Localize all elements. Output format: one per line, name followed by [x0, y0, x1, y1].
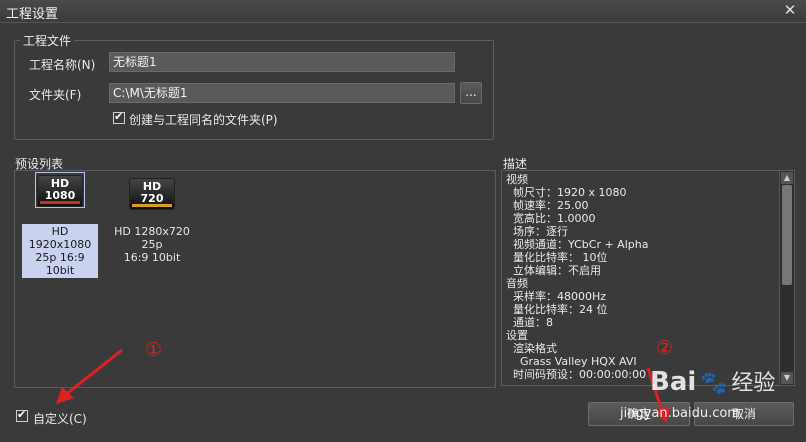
hd1080-badge-icon: HD 1080 [37, 175, 83, 207]
project-name-field[interactable]: 无标题1 [109, 52, 455, 72]
watermark-brand: Bai [650, 367, 697, 397]
close-icon[interactable]: ✕ [780, 1, 800, 19]
create-folder-label: 创建与工程同名的文件夹(P) [129, 113, 278, 127]
description-line: 帧速率：25.00 [506, 199, 589, 212]
watermark-url: jingyan.baidu.com [620, 406, 740, 421]
checkmark-icon: ✔ [17, 408, 27, 421]
description-line: 帧尺寸：1920 x 1080 [506, 186, 627, 199]
preset-item-hd720[interactable]: HD 720 HD 1280x720 25p 16:9 10bit [106, 172, 198, 265]
folder-path-field[interactable]: C:\M\无标题1 [109, 83, 455, 103]
description-line: 量化比特率：24 位 [506, 303, 608, 316]
scroll-up-icon[interactable]: ▲ [781, 172, 793, 184]
description-line: 视频 [506, 173, 528, 186]
description-line: 时间码预设：00:00:00:00 [506, 368, 647, 381]
baidu-watermark: Bai 🐾 经验 [650, 365, 775, 397]
create-folder-checkbox[interactable]: ✔ [113, 110, 125, 124]
annotation-marker-1: ① [145, 339, 163, 361]
description-line: 视频通道：YCbCr + Alpha [506, 238, 649, 251]
preset-item-hd1080[interactable]: HD 1080 HD 1920x1080 25p 16:9 10bit [22, 172, 98, 278]
description-line: 场序：逐行 [506, 225, 568, 238]
annotation-marker-2: ② [656, 337, 674, 359]
paw-icon: 🐾 [700, 371, 728, 396]
browse-folder-button[interactable]: ... [460, 82, 482, 104]
description-line: 采样率：48000Hz [506, 290, 607, 303]
description-text: 视频 帧尺寸：1920 x 1080 帧速率：25.00 宽高比：1.0000 … [506, 173, 648, 381]
description-line: Grass Valley HQX AVI [506, 355, 637, 368]
description-scrollbar[interactable]: ▲ ▼ [779, 171, 794, 385]
custom-label: 自定义(C) [33, 412, 87, 426]
description-line: 通道：8 [506, 316, 553, 329]
window-title: 工程设置 [6, 7, 59, 22]
preset-caption: HD 1280x720 25p 16:9 10bit [114, 225, 190, 264]
description-line: 渲染格式 [506, 342, 557, 355]
preset-selection-frame: HD 1080 [35, 172, 85, 208]
title-bar: 工程设置 ✕ [0, 0, 806, 23]
project-name-label: 工程名称(N) [29, 58, 96, 72]
scroll-thumb[interactable] [782, 185, 792, 285]
description-line: 立体编辑：不启用 [506, 264, 601, 277]
preset-caption-selected: HD 1920x1080 25p 16:9 10bit [22, 224, 98, 278]
hd720-badge-icon: HD 720 [129, 178, 175, 210]
scroll-down-icon[interactable]: ▼ [781, 372, 793, 384]
project-file-group-label: 工程文件 [20, 32, 75, 49]
checkmark-icon: ✔ [114, 110, 124, 123]
description-line: 量化比特率： 10位 [506, 251, 608, 264]
description-line: 宽高比：1.0000 [506, 212, 596, 225]
description-line: 音频 [506, 277, 528, 290]
description-line: 设置 [506, 329, 528, 342]
description-panel: 视频 帧尺寸：1920 x 1080 帧速率：25.00 宽高比：1.0000 … [501, 170, 795, 386]
custom-checkbox[interactable]: ✔ [16, 408, 28, 422]
folder-label: 文件夹(F) [29, 88, 82, 102]
watermark-brand2: 经验 [731, 371, 776, 396]
